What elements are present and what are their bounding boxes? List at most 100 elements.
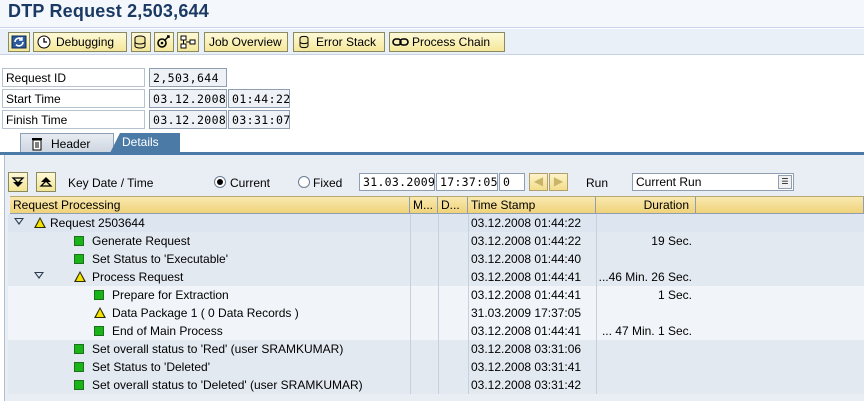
error-stack-button[interactable]: Error Stack <box>293 32 385 52</box>
column-header-d[interactable]: D... <box>438 196 468 214</box>
column-header-time-stamp[interactable]: Time Stamp <box>468 196 596 214</box>
column-divider <box>410 250 411 268</box>
current-radio[interactable] <box>214 176 226 188</box>
current-label: Current <box>230 176 271 190</box>
column-divider <box>468 214 469 232</box>
row-label: Request 2503644 <box>50 216 145 230</box>
refresh-button[interactable] <box>8 32 30 52</box>
column-divider <box>438 286 439 304</box>
key-time-input[interactable]: 17:37:05 <box>436 173 498 191</box>
column-divider <box>410 214 411 232</box>
column-divider <box>596 214 597 232</box>
tab-details[interactable]: Details <box>110 133 180 153</box>
green-square-icon <box>74 344 84 354</box>
row-label: Prepare for Extraction <box>112 288 229 302</box>
column-divider <box>468 340 469 358</box>
green-square-icon <box>74 362 84 372</box>
green-square-icon <box>74 254 84 264</box>
collapse-all-icon <box>37 177 55 194</box>
process-chain-button[interactable]: Process Chain <box>389 32 505 52</box>
previous-button[interactable]: ◀ <box>529 173 548 191</box>
run-dropdown-value: Current Run <box>636 175 702 189</box>
yellow-triangle-icon <box>94 307 106 318</box>
row-time-stamp: 03.12.2008 03:31:41 <box>471 360 582 374</box>
tab-details-label: Details <box>122 135 159 149</box>
row-label: Set overall status to 'Red' (user SRAMKU… <box>92 342 344 356</box>
tab-header[interactable]: Header <box>20 133 114 153</box>
row-label: Set Status to 'Executable' <box>92 252 228 266</box>
row-time-stamp: 03.12.2008 01:44:41 <box>471 324 582 338</box>
trash-icon <box>31 137 43 151</box>
controls-row: Key Date / Time Current Fixed 31.03.2009… <box>8 172 864 194</box>
settings-button[interactable] <box>154 32 174 52</box>
column-divider <box>438 250 439 268</box>
expand-all-icon <box>9 177 27 194</box>
row-label: Data Package 1 ( 0 Data Records ) <box>112 306 299 320</box>
column-divider <box>438 232 439 250</box>
table-row[interactable]: Set overall status to 'Deleted' (user SR… <box>8 376 864 394</box>
column-divider <box>596 304 597 322</box>
debugging-button[interactable]: Debugging <box>33 32 127 52</box>
column-header-m[interactable]: M... <box>410 196 438 214</box>
hierarchy-button[interactable] <box>177 32 199 52</box>
table-row[interactable]: End of Main Process 03.12.2008 01:44:41..… <box>8 322 864 340</box>
table-row[interactable]: Prepare for Extraction 03.12.2008 01:44:4… <box>8 286 864 304</box>
row-time-stamp: 03.12.2008 01:44:22 <box>471 216 582 230</box>
column-divider <box>410 286 411 304</box>
row-label: Set overall status to 'Deleted' (user SR… <box>92 378 363 392</box>
arrow-left-icon: ◀ <box>533 174 544 188</box>
finish-date-value: 03.12.2008 <box>149 110 227 129</box>
row-duration: ... 47 Min. 1 Sec. <box>601 324 692 338</box>
expand-all-button[interactable] <box>8 172 28 192</box>
column-divider <box>468 322 469 340</box>
tree-expand-icon[interactable] <box>14 218 24 225</box>
counter-input[interactable]: 0 <box>499 173 525 191</box>
collapse-all-button[interactable] <box>36 172 56 192</box>
fixed-radio[interactable] <box>298 176 310 188</box>
job-overview-button[interactable]: Job Overview <box>204 32 288 52</box>
table-row[interactable]: Generate Request 03.12.2008 01:44:22 19 Se… <box>8 232 864 250</box>
tree-expand-icon[interactable] <box>34 272 44 279</box>
key-date-label: Key Date / Time <box>68 176 154 190</box>
column-divider <box>410 304 411 322</box>
table-row[interactable]: Set overall status to 'Red' (user SRAMKU… <box>8 340 864 358</box>
row-label: Process Request <box>92 270 184 284</box>
database-button[interactable] <box>131 32 151 52</box>
table-row[interactable]: Set Status to 'Executable' 03.12.2008 01:… <box>8 250 864 268</box>
error-stack-label: Error Stack <box>316 35 377 49</box>
column-header-duration[interactable]: Duration <box>596 196 696 214</box>
refresh-icon <box>11 35 27 49</box>
run-dropdown[interactable]: Current Run ☰ <box>632 173 794 191</box>
start-date-value: 03.12.2008 <box>149 89 227 108</box>
row-label: End of Main Process <box>112 324 223 338</box>
process-chain-icon <box>392 35 409 49</box>
table-row[interactable]: Data Package 1 ( 0 Data Records ) 31.03.2… <box>8 304 864 322</box>
column-divider <box>438 304 439 322</box>
finish-time-label: Finish Time <box>2 110 145 129</box>
yellow-triangle-icon <box>34 217 46 228</box>
fixed-label: Fixed <box>313 176 343 190</box>
table-row[interactable]: Set Status to 'Deleted' 03.12.2008 03:31:… <box>8 358 864 376</box>
column-divider <box>438 322 439 340</box>
column-divider <box>438 340 439 358</box>
next-button[interactable]: ▶ <box>549 173 568 191</box>
column-divider <box>468 232 469 250</box>
error-stack-icon <box>296 35 312 49</box>
table-row[interactable]: Process Request 03.12.2008 01:44:41 ...46 … <box>8 268 864 286</box>
debugging-label: Debugging <box>56 35 115 49</box>
column-divider <box>468 376 469 394</box>
column-divider <box>468 250 469 268</box>
column-header-filler <box>696 196 864 214</box>
key-date-input[interactable]: 31.03.2009 <box>359 173 435 191</box>
column-header-request-processing[interactable]: Request Processing <box>10 196 410 214</box>
table-row[interactable]: Request 2503644 03.12.2008 01:44:22 <box>8 214 864 232</box>
row-label: Set Status to 'Deleted' <box>92 360 210 374</box>
row-time-stamp: 03.12.2008 03:31:06 <box>471 342 582 356</box>
column-divider <box>438 376 439 394</box>
row-time-stamp: 03.12.2008 01:44:22 <box>471 234 582 248</box>
column-divider <box>468 304 469 322</box>
process-chain-label: Process Chain <box>412 35 491 49</box>
column-divider <box>438 214 439 232</box>
column-divider <box>596 340 597 358</box>
green-square-icon <box>94 326 104 336</box>
